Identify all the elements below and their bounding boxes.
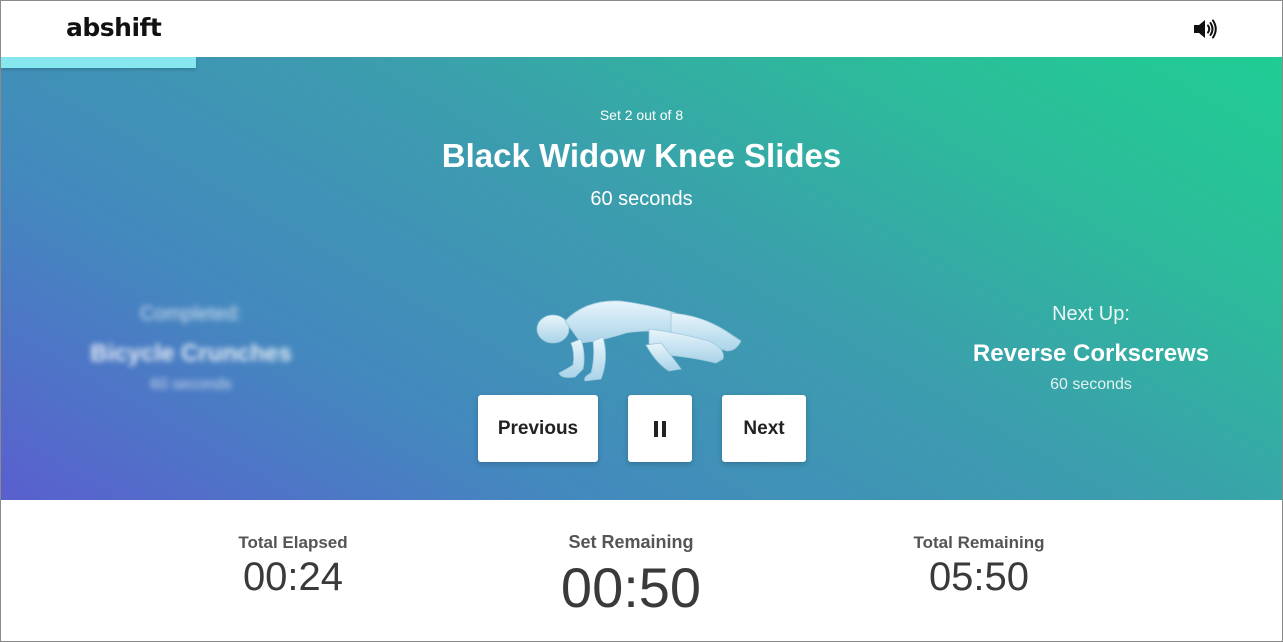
completed-duration: 60 seconds (150, 376, 232, 393)
total-remaining-value: 05:50 (928, 555, 1030, 599)
previous-button[interactable]: Previous (478, 395, 598, 462)
completed-label: Completed: (139, 303, 243, 325)
next-button[interactable]: Next (722, 395, 806, 462)
set-remaining-label: Set Remaining (568, 532, 694, 552)
workout-panel: Set 2 out of 8 Black Widow Knee Slides 6… (1, 57, 1282, 500)
app-header: abshift (1, 1, 1282, 57)
exercise-duration: 60 seconds (590, 188, 693, 210)
workout-progress-bar (1, 57, 196, 68)
completed-name: Bicycle Crunches (90, 340, 292, 367)
logo[interactable]: abshift (66, 13, 162, 42)
pause-button[interactable] (628, 395, 692, 462)
exercise-figure-image (531, 293, 751, 393)
next-up-label: Next Up: (1052, 303, 1130, 325)
next-exercise: Next Up: Reverse Corkscrews 60 seconds (911, 303, 1271, 394)
exercise-title: Black Widow Knee Slides (441, 137, 842, 174)
pause-icon (654, 420, 666, 437)
total-elapsed-value: 00:24 (242, 555, 344, 599)
set-remaining-value: 00:50 (560, 556, 702, 619)
set-remaining: Set Remaining 00:50 (531, 532, 731, 620)
completed-exercise: Completed: Bicycle Crunches 60 seconds (11, 303, 371, 394)
next-up-duration: 60 seconds (1050, 376, 1132, 393)
total-remaining: Total Remaining 05:50 (879, 533, 1079, 600)
set-counter: Set 2 out of 8 (599, 107, 684, 123)
total-elapsed: Total Elapsed 00:24 (193, 533, 393, 600)
timer-stats: Total Elapsed 00:24 Set Remaining 00:50 … (1, 500, 1282, 641)
total-remaining-label: Total Remaining (913, 533, 1045, 552)
next-up-name: Reverse Corkscrews (972, 340, 1210, 367)
total-elapsed-label: Total Elapsed (238, 533, 348, 552)
speaker-volume-icon[interactable] (1191, 17, 1219, 41)
